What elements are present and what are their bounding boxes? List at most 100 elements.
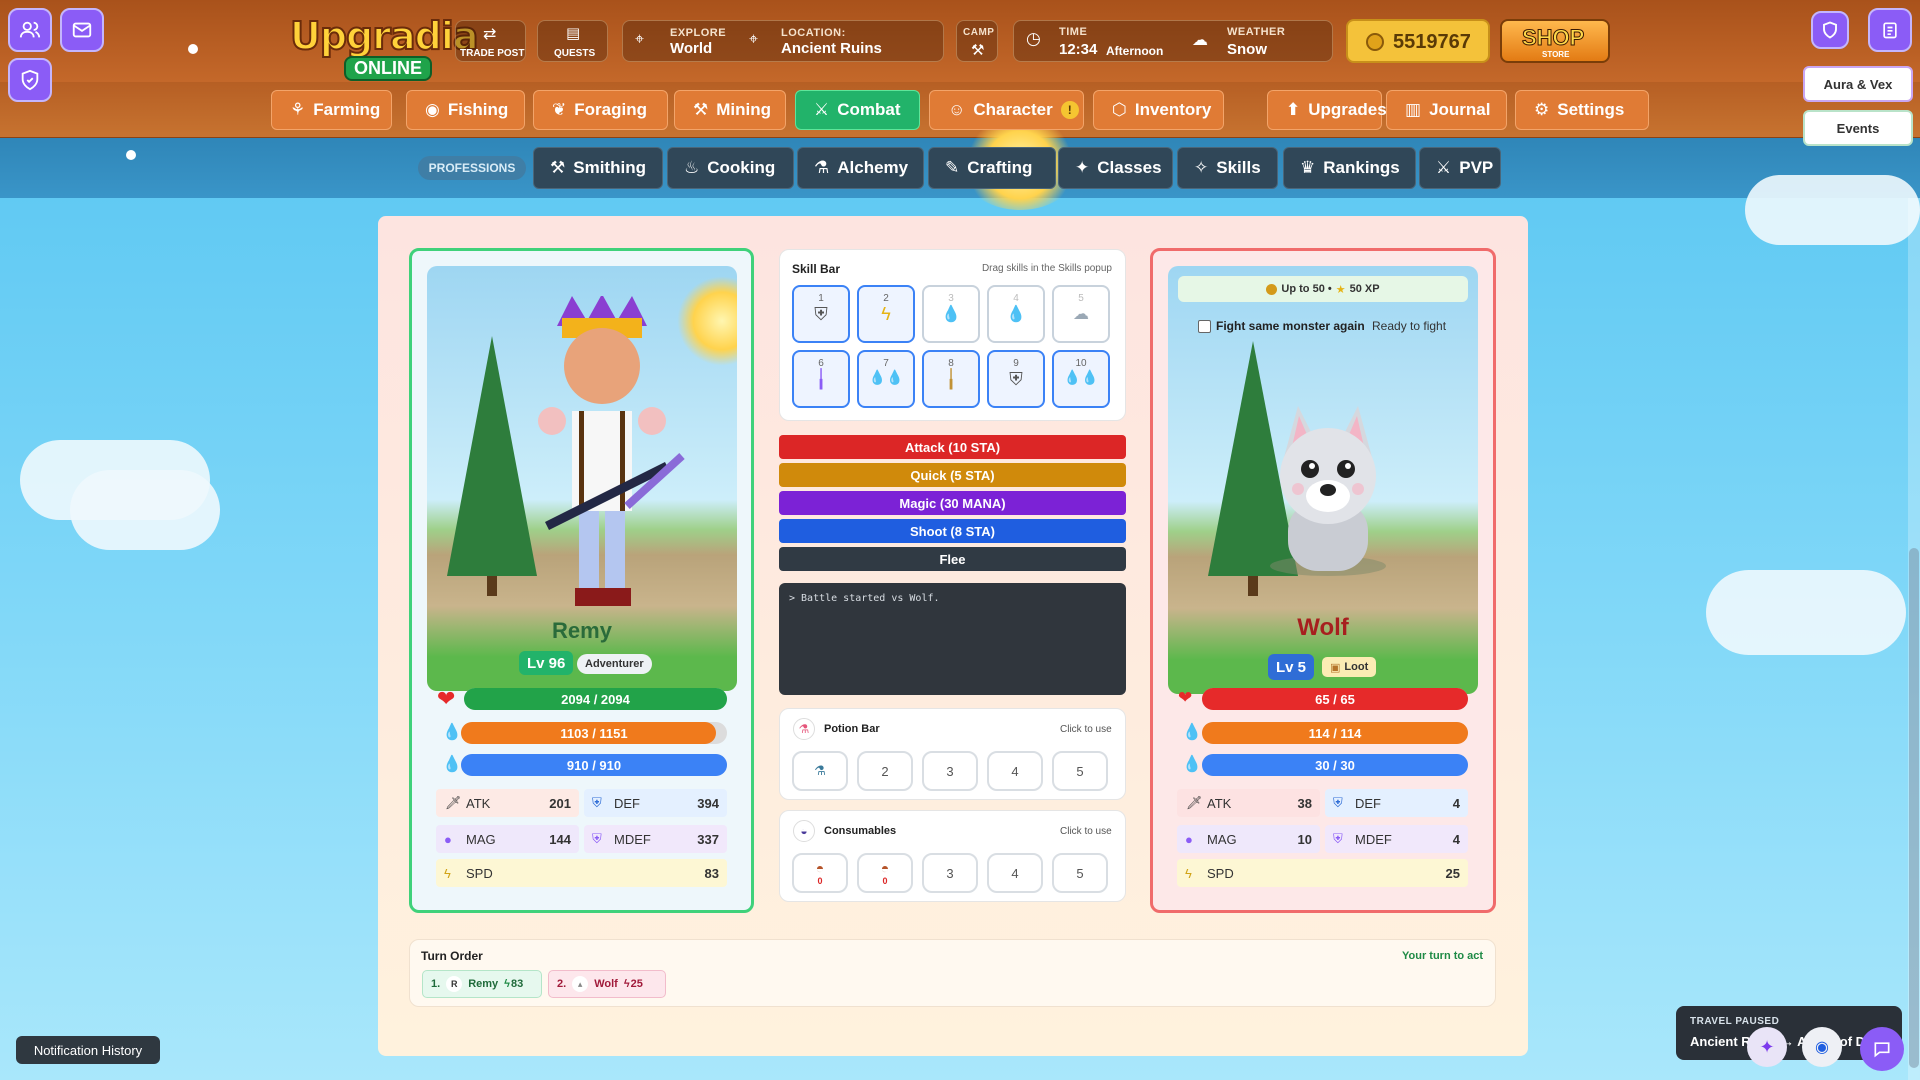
- camp-button[interactable]: CAMP ⚒: [956, 20, 998, 62]
- avatar-fab[interactable]: ◉: [1802, 1027, 1842, 1067]
- tasks-button[interactable]: [1868, 8, 1912, 52]
- scrollbar-thumb[interactable]: [1909, 548, 1919, 1068]
- loot-label: Loot: [1344, 661, 1369, 673]
- gold-amount: 5519767: [1393, 31, 1471, 53]
- stat-label: SPD: [1207, 865, 1234, 881]
- aura-vex-button[interactable]: Aura & Vex: [1803, 66, 1913, 102]
- consumable-slot-2[interactable]: ◓ 0: [857, 853, 913, 893]
- enemy-stamina-text: 114 / 114: [1308, 725, 1362, 741]
- consumable-slot-3[interactable]: 3: [922, 853, 978, 893]
- events-button[interactable]: Events: [1803, 110, 1913, 146]
- tab-pvp[interactable]: ⚔ PVP: [1419, 147, 1501, 189]
- swords-icon: ⚔: [814, 100, 830, 119]
- potion-slot-3[interactable]: 3: [922, 751, 978, 791]
- tab-label: Classes: [1097, 158, 1162, 177]
- cloud: [1706, 570, 1906, 655]
- notification-history-button[interactable]: Notification History: [16, 1036, 160, 1064]
- box-icon: ⬡: [1112, 100, 1127, 119]
- turn-speed: 25: [630, 978, 643, 990]
- tab-label: Combat: [837, 100, 901, 119]
- tab-label: Alchemy: [837, 158, 909, 177]
- tab-rankings[interactable]: ♛ Rankings: [1283, 147, 1416, 189]
- tab-fishing[interactable]: ◉ Fishing: [406, 90, 525, 130]
- tab-skills[interactable]: ✧ Skills: [1177, 147, 1278, 189]
- potion-bar-title: Potion Bar: [824, 723, 880, 735]
- potion-slot-4[interactable]: 4: [987, 751, 1043, 791]
- sparkle-icon: ✦: [1759, 1036, 1775, 1057]
- potion-slot-1[interactable]: ⚗: [792, 751, 848, 791]
- skill-slot-3[interactable]: 3 💧: [922, 285, 980, 343]
- shoot-button[interactable]: Shoot (8 STA): [779, 519, 1126, 543]
- quick-attack-button[interactable]: Quick (5 STA): [779, 463, 1126, 487]
- red-drop-icon: 💧: [941, 306, 961, 323]
- skill-slot-6[interactable]: 6 ╽: [792, 350, 850, 408]
- skill-slot-1[interactable]: 1 ⛨: [792, 285, 850, 343]
- shop-button[interactable]: SHOP STORE: [1500, 19, 1610, 63]
- battle-log: > Battle started vs Wolf.: [779, 583, 1126, 695]
- person-icon: ☺: [948, 100, 966, 119]
- defense-button[interactable]: [1811, 11, 1849, 49]
- player-stat-def: ⛨ DEF 394: [584, 789, 727, 817]
- tab-foraging[interactable]: ❦ Foraging: [533, 90, 668, 130]
- tab-character[interactable]: ☺ Character!: [929, 90, 1084, 130]
- tab-crafting[interactable]: ✎ Crafting: [928, 147, 1056, 189]
- clipboard-icon: ▤: [566, 25, 581, 42]
- tab-alchemy[interactable]: ⚗ Alchemy: [797, 147, 924, 189]
- skill-slot-10[interactable]: 10 💧💧: [1052, 350, 1110, 408]
- slot-number: 8: [948, 358, 954, 369]
- magic-shield-icon: ⛨: [592, 831, 602, 846]
- mail-button[interactable]: [60, 8, 104, 52]
- shield-icon: ⛨: [814, 304, 828, 324]
- tab-combat[interactable]: ⚔ Combat: [795, 90, 920, 130]
- skill-slot-9[interactable]: 9 ⛨: [987, 350, 1045, 408]
- orb-icon: ●: [444, 831, 452, 847]
- logo-subtext: ONLINE: [344, 56, 433, 81]
- consumable-slot-5[interactable]: 5: [1052, 853, 1108, 893]
- skill-slot-5[interactable]: 5 ☁: [1052, 285, 1110, 343]
- quests-button[interactable]: ▤ QUESTS: [537, 20, 608, 62]
- time-label: TIME: [1059, 26, 1088, 38]
- tab-mining[interactable]: ⚒ Mining: [674, 90, 786, 130]
- tab-inventory[interactable]: ⬡ Inventory: [1093, 90, 1224, 130]
- slot-number: 2: [883, 293, 889, 304]
- guild-button[interactable]: [8, 58, 52, 102]
- stat-value: 144: [549, 831, 571, 847]
- skill-slot-4[interactable]: 4 💧: [987, 285, 1045, 343]
- skill-slot-2[interactable]: 2ϟ: [857, 285, 915, 343]
- drops-icon: 💧💧: [1063, 369, 1099, 385]
- reward-gold: Up to 50 •: [1281, 283, 1332, 295]
- avatar-icon: ◉: [1815, 1039, 1829, 1056]
- tab-farming[interactable]: ⚘ Farming: [271, 90, 392, 130]
- mana-drop-icon: 💧: [442, 756, 462, 773]
- fight-again-label[interactable]: Fight same monster again: [1216, 319, 1365, 333]
- game-logo[interactable]: Upgradia ONLINE: [289, 12, 480, 81]
- flask-icon: ⚗: [814, 763, 826, 778]
- consumable-slot-4[interactable]: 4: [987, 853, 1043, 893]
- potion-slot-2[interactable]: 2: [857, 751, 913, 791]
- trade-post-button[interactable]: ⇄ TRADE POST: [455, 20, 526, 62]
- tab-journal[interactable]: ▥ Journal: [1386, 90, 1507, 130]
- magic-button[interactable]: Magic (30 MANA): [779, 491, 1126, 515]
- attack-button[interactable]: Attack (10 STA): [779, 435, 1126, 459]
- skills-fab[interactable]: ✦: [1747, 1027, 1787, 1067]
- location-panel[interactable]: ⌖ EXPLORE World ⌖ LOCATION: Ancient Ruin…: [622, 20, 944, 62]
- chat-fab[interactable]: [1860, 1027, 1904, 1071]
- flee-button[interactable]: Flee: [779, 547, 1126, 571]
- tab-label: Character: [973, 100, 1053, 119]
- tab-smithing[interactable]: ⚒ Smithing: [533, 147, 663, 189]
- friends-button[interactable]: [8, 8, 52, 52]
- campfire-icon: ⚒: [971, 42, 985, 59]
- skill-slot-8[interactable]: 8 ╽: [922, 350, 980, 408]
- loot-badge[interactable]: ▣ Loot: [1322, 657, 1377, 677]
- fish-icon: ◉: [425, 100, 440, 119]
- player-initial: R: [446, 976, 463, 992]
- skill-slot-7[interactable]: 7 💧💧: [857, 350, 915, 408]
- tab-settings[interactable]: ⚙ Settings: [1515, 90, 1649, 130]
- tab-cooking[interactable]: ♨ Cooking: [667, 147, 794, 189]
- consumable-slot-1[interactable]: ◓ 0: [792, 853, 848, 893]
- fight-again-checkbox[interactable]: [1198, 320, 1211, 333]
- stat-value: 10: [1297, 831, 1312, 847]
- tab-upgrades[interactable]: ⬆ Upgrades: [1267, 90, 1387, 130]
- potion-slot-5[interactable]: 5: [1052, 751, 1108, 791]
- tab-classes[interactable]: ✦ Classes: [1058, 147, 1173, 189]
